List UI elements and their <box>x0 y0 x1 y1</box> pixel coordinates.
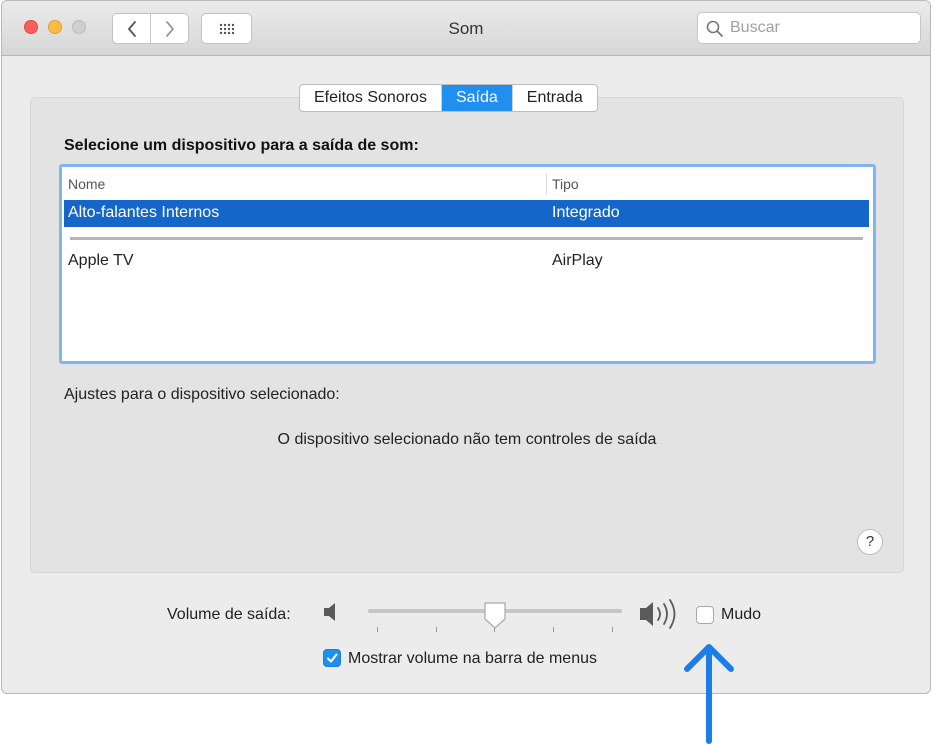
annotation-arrow-icon <box>684 644 734 744</box>
device-settings-label: Ajustes para o dispositivo selecionado: <box>64 386 340 403</box>
column-header-nome[interactable]: Nome <box>68 176 105 192</box>
table-row[interactable]: Apple TV AirPlay <box>64 248 869 275</box>
tab-saida[interactable]: Saída <box>440 85 512 111</box>
output-volume-label: Volume de saída: <box>167 606 291 623</box>
table-header: Nome Tipo <box>62 167 873 200</box>
show-volume-menubar-checkbox[interactable] <box>323 649 341 667</box>
volume-tick <box>612 627 613 632</box>
mute-label[interactable]: Mudo <box>721 606 761 624</box>
volume-slider-thumb[interactable] <box>483 601 507 631</box>
output-device-heading: Selecione um dispositivo para a saída de… <box>64 137 419 154</box>
device-name: Alto-falantes Internos <box>68 204 220 221</box>
search-field[interactable] <box>697 12 921 44</box>
column-header-tipo[interactable]: Tipo <box>552 176 579 192</box>
volume-tick <box>377 627 378 632</box>
show-volume-menubar-label[interactable]: Mostrar volume na barra de menus <box>348 650 597 668</box>
device-type: AirPlay <box>552 252 603 269</box>
no-controls-message: O dispositivo selecionado não tem contro… <box>277 431 657 448</box>
sound-preferences-window: Som Efeitos Sonoros Saída Entrada Seleci… <box>1 0 931 694</box>
tab-bar: Efeitos Sonoros Saída Entrada <box>299 84 598 112</box>
mute-checkbox[interactable] <box>696 606 714 624</box>
row-separator <box>70 237 863 240</box>
tab-efeitos-sonoros[interactable]: Efeitos Sonoros <box>300 85 441 111</box>
speaker-high-icon <box>640 599 676 629</box>
help-button[interactable]: ? <box>857 529 883 555</box>
volume-tick <box>436 627 437 632</box>
search-icon <box>706 20 723 37</box>
search-input[interactable] <box>730 17 910 39</box>
help-icon: ? <box>865 533 875 550</box>
tab-entrada[interactable]: Entrada <box>511 85 597 111</box>
title-bar: Som <box>2 1 930 56</box>
checkmark-icon <box>327 653 338 663</box>
volume-tick <box>553 627 554 632</box>
column-divider <box>546 173 547 195</box>
speaker-low-icon <box>324 603 335 621</box>
volume-tick <box>494 627 495 632</box>
device-name: Apple TV <box>68 252 134 269</box>
device-type: Integrado <box>552 204 620 221</box>
output-device-table[interactable]: Nome Tipo Alto-falantes Internos Integra… <box>59 164 876 364</box>
table-row[interactable]: Alto-falantes Internos Integrado <box>64 200 869 227</box>
